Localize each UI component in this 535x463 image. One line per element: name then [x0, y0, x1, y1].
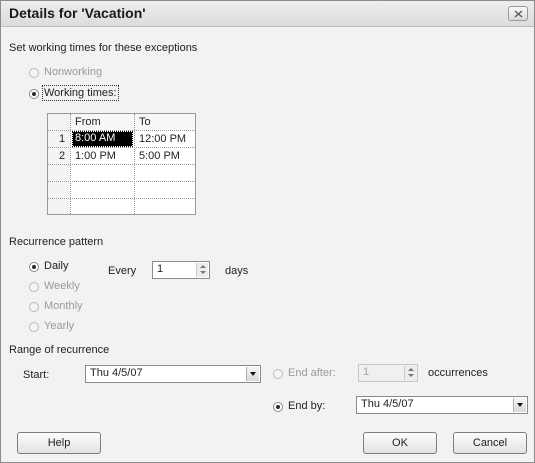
end-after-radio[interactable]	[273, 369, 283, 379]
cancel-button[interactable]: Cancel	[453, 432, 527, 454]
dropdown-button[interactable]	[513, 398, 526, 412]
help-button[interactable]: Help	[17, 432, 101, 454]
row-number: 2	[59, 150, 66, 162]
occurrences-label: occurrences	[428, 367, 488, 379]
start-label: Start:	[23, 369, 50, 381]
end-by-date-dropdown[interactable]: Thu 4/5/07	[356, 396, 528, 414]
days-label: days	[225, 265, 249, 277]
recurrence-heading: Recurrence pattern	[9, 236, 104, 248]
monthly-radio[interactable]	[29, 302, 39, 312]
monthly-label: Monthly	[44, 300, 83, 312]
working-times-label: Working times:	[42, 85, 119, 101]
title-bar: Details for 'Vacation'	[1, 1, 534, 27]
details-dialog: Details for 'Vacation' Set working times…	[0, 0, 535, 463]
chevron-down-icon	[250, 372, 256, 376]
from-cell[interactable]: 8:00 AM	[72, 131, 133, 147]
daily-label: Daily	[44, 260, 69, 272]
start-date-value: Thu 4/5/07	[90, 367, 143, 379]
from-cell[interactable]	[75, 167, 131, 180]
from-cell[interactable]	[75, 201, 131, 214]
end-after-label: End after:	[288, 367, 336, 379]
close-icon	[514, 10, 523, 18]
close-button[interactable]	[508, 6, 528, 21]
to-cell[interactable]	[139, 167, 194, 180]
column-header-to: To	[139, 116, 151, 128]
spin-up-icon	[200, 265, 206, 268]
yearly-label: Yearly	[44, 320, 75, 332]
weekly-radio[interactable]	[29, 282, 39, 292]
from-cell[interactable]: 1:00 PM	[75, 150, 116, 162]
nonworking-radio[interactable]	[29, 68, 39, 78]
spin-down-icon	[200, 271, 206, 274]
start-date-dropdown[interactable]: Thu 4/5/07	[85, 365, 261, 383]
to-cell[interactable]: 12:00 PM	[139, 133, 186, 145]
row-number: 1	[59, 133, 66, 145]
column-header-from: From	[75, 116, 101, 128]
spin-buttons[interactable]	[196, 263, 208, 277]
every-days-value: 1	[157, 263, 164, 275]
from-cell[interactable]	[75, 184, 131, 197]
spin-buttons[interactable]	[404, 366, 416, 380]
dialog-title: Details for 'Vacation'	[9, 5, 146, 21]
working-times-table: From To 1 8:00 AM 12:00 PM 2 1:00 PM 5:0…	[47, 113, 196, 215]
dropdown-button[interactable]	[246, 367, 259, 381]
ok-button[interactable]: OK	[363, 432, 437, 454]
every-label: Every	[108, 265, 137, 277]
to-cell[interactable]: 5:00 PM	[139, 150, 180, 162]
to-cell[interactable]	[139, 184, 194, 197]
exceptions-heading: Set working times for these exceptions	[9, 42, 198, 54]
weekly-label: Weekly	[44, 280, 80, 292]
nonworking-label: Nonworking	[44, 66, 103, 78]
spin-down-icon	[408, 374, 414, 377]
chevron-down-icon	[517, 403, 523, 407]
end-by-date-value: Thu 4/5/07	[361, 398, 414, 410]
range-heading: Range of recurrence	[9, 344, 110, 356]
end-by-radio[interactable]	[273, 402, 283, 412]
to-cell[interactable]	[139, 201, 194, 214]
working-times-radio[interactable]	[29, 89, 39, 99]
spin-up-icon	[408, 368, 414, 371]
daily-radio[interactable]	[29, 262, 39, 272]
end-by-label: End by:	[288, 400, 326, 412]
end-after-value: 1	[363, 366, 370, 378]
end-after-stepper[interactable]: 1	[358, 364, 418, 382]
yearly-radio[interactable]	[29, 322, 39, 332]
every-days-stepper[interactable]: 1	[152, 261, 210, 279]
